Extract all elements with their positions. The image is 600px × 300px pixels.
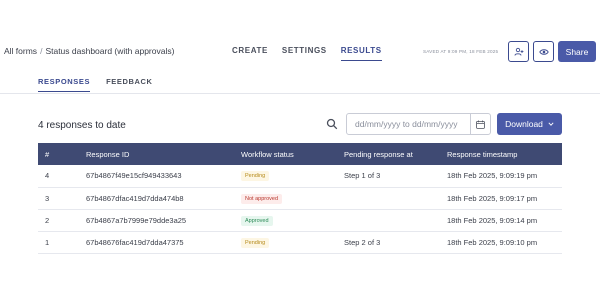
main-nav: CREATE SETTINGS RESULTS: [232, 46, 382, 61]
table-row[interactable]: 2 67b4867a7b7999e79dde3a25 Approved 18th…: [38, 209, 562, 232]
tab-settings[interactable]: SETTINGS: [282, 46, 327, 61]
table-header-row: # Response ID Workflow status Pending re…: [38, 143, 562, 165]
workflow-status-cell: Approved: [241, 209, 344, 232]
status-badge: Pending: [241, 171, 270, 182]
date-range-field[interactable]: dd/mm/yyyy to dd/mm/yyyy: [346, 113, 491, 135]
col-header-workflow-status: Workflow status: [241, 149, 294, 159]
response-timestamp: 18th Feb 2025, 9:09:17 pm: [447, 187, 562, 210]
row-number: 3: [38, 187, 86, 210]
col-header-number: #: [45, 149, 50, 159]
tab-results[interactable]: RESULTS: [340, 46, 382, 61]
share-button[interactable]: Share: [558, 41, 596, 62]
tab-create[interactable]: CREATE: [232, 46, 268, 61]
add-user-icon: [514, 47, 523, 56]
breadcrumb: All forms / Status dashboard (with approva…: [4, 46, 174, 56]
response-timestamp: 18th Feb 2025, 9:09:10 pm: [447, 231, 562, 254]
response-id: 67b48676fac419d7dda47375: [86, 231, 241, 254]
sub-nav: RESPONSES FEEDBACK: [38, 77, 153, 92]
top-bar: All forms / Status dashboard (with approva…: [0, 0, 600, 72]
pending-response-at: [344, 209, 447, 232]
breadcrumb-separator: /: [40, 46, 43, 56]
tab-feedback[interactable]: FEEDBACK: [106, 77, 152, 92]
status-badge: Pending: [241, 237, 270, 248]
response-id: 67b4867f49e15cf949433643: [86, 165, 241, 188]
pending-response-at: Step 1 of 3: [344, 165, 447, 188]
workflow-status-cell: Pending: [241, 231, 344, 254]
row-number: 4: [38, 165, 86, 188]
table-row[interactable]: 1 67b48676fac419d7dda47375 Pending Step …: [38, 231, 562, 254]
calendar-button[interactable]: [470, 114, 490, 134]
col-header-response-id: Response ID: [86, 149, 130, 159]
pending-response-at: [344, 187, 447, 210]
status-badge: Approved: [241, 215, 273, 226]
sub-nav-divider: [0, 93, 600, 94]
calendar-icon: [476, 120, 485, 129]
chevron-down-icon: [548, 122, 554, 126]
download-label: Download: [505, 119, 543, 129]
workflow-status-cell: Pending: [241, 165, 344, 188]
pending-response-at: Step 2 of 3: [344, 231, 447, 254]
eye-icon: [538, 48, 549, 55]
workflow-status-cell: Not approved: [241, 187, 344, 210]
col-header-pending-response: Pending response at: [344, 149, 413, 159]
status-badge: Not approved: [241, 193, 283, 204]
date-range-placeholder: dd/mm/yyyy to dd/mm/yyyy: [355, 119, 458, 129]
col-header-timestamp: Response timestamp: [447, 149, 518, 159]
response-count: 4 responses to date: [38, 120, 126, 131]
download-button[interactable]: Download: [497, 113, 562, 135]
table-row[interactable]: 4 67b4867f49e15cf949433643 Pending Step …: [38, 165, 562, 188]
row-number: 1: [38, 231, 86, 254]
response-id: 67b4867dfac419d7dda474b8: [86, 187, 241, 210]
response-timestamp: 18th Feb 2025, 9:09:14 pm: [447, 209, 562, 232]
preview-button[interactable]: [533, 41, 554, 62]
breadcrumb-current: Status dashboard (with approvals): [45, 46, 175, 56]
tab-responses[interactable]: RESPONSES: [38, 77, 91, 92]
search-icon[interactable]: [326, 118, 338, 130]
collaborators-button[interactable]: [508, 41, 529, 62]
table-row[interactable]: 3 67b4867dfac419d7dda474b8 Not approved …: [38, 187, 562, 210]
response-id: 67b4867a7b7999e79dde3a25: [86, 209, 241, 232]
response-timestamp: 18th Feb 2025, 9:09:19 pm: [447, 165, 562, 188]
row-number: 2: [38, 209, 86, 232]
responses-table: # Response ID Workflow status Pending re…: [38, 143, 562, 254]
saved-status: SAVED AT 9:09 PM, 18 FEB 2025: [423, 49, 499, 54]
breadcrumb-all-forms[interactable]: All forms: [4, 46, 37, 56]
